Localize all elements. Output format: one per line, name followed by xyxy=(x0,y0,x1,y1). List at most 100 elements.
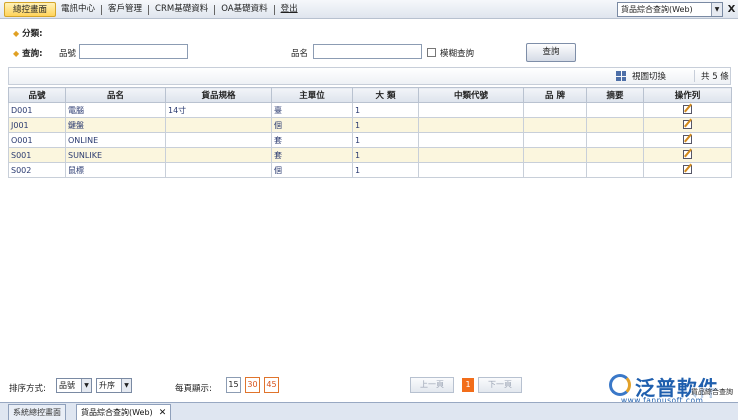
col-header-spec[interactable]: 貨品規格 xyxy=(165,87,272,103)
menu-item-logout[interactable]: 登出 xyxy=(276,2,303,17)
table-header-row: 品號 品名 貨品規格 主單位 大 類 中類代號 品 牌 摘要 操作列 xyxy=(8,87,732,103)
cell-actions xyxy=(643,162,732,178)
chevron-down-icon[interactable]: ▼ xyxy=(81,379,91,392)
col-header-part-name[interactable]: 品名 xyxy=(65,87,166,103)
page-size-15[interactable]: 15 xyxy=(226,377,241,393)
cell-brand xyxy=(523,102,587,118)
fuzzy-checkbox[interactable] xyxy=(427,48,436,57)
cell-spec xyxy=(165,162,272,178)
query-label: 查詢: xyxy=(22,49,43,59)
page-size-30[interactable]: 30 xyxy=(245,377,260,393)
part-name-label: 品名 xyxy=(291,49,309,59)
cell-sub-category xyxy=(418,102,524,118)
cell-category: 1 xyxy=(352,102,419,118)
category-label: 分類: xyxy=(22,29,43,39)
cell-category: 1 xyxy=(352,162,419,178)
menu-item-telecom[interactable]: 電訊中心 xyxy=(56,2,100,17)
cell-category: 1 xyxy=(352,147,419,163)
cell-brand xyxy=(523,147,587,163)
cell-sub-category xyxy=(418,147,524,163)
col-header-summary[interactable]: 摘要 xyxy=(586,87,644,103)
part-no-input[interactable] xyxy=(79,44,188,59)
menu-item-oa-basic[interactable]: OA基礎資料 xyxy=(216,2,272,17)
cell-category: 1 xyxy=(352,117,419,133)
close-icon[interactable]: X xyxy=(726,2,737,17)
grid-view-icon[interactable] xyxy=(616,71,626,81)
cell-unit: 個 xyxy=(271,162,353,178)
edit-icon[interactable] xyxy=(683,119,692,129)
part-name-input[interactable] xyxy=(313,44,422,59)
cell-summary xyxy=(586,162,644,178)
tab-goods-query[interactable]: 貨品綜合查詢(Web) ✕ xyxy=(76,404,172,420)
module-select-value: 貨品綜合查詢(Web) xyxy=(621,5,693,14)
table-row[interactable]: D001 電腦 14寸 臺 1 xyxy=(8,102,732,118)
cell-part-name: SUNLIKE xyxy=(65,147,166,163)
cell-part-no: S001 xyxy=(8,147,66,163)
cell-part-name: 鼠標 xyxy=(65,162,166,178)
edit-icon[interactable] xyxy=(683,104,692,114)
cell-actions xyxy=(643,117,732,133)
menu-divider xyxy=(214,4,216,15)
main-menu: 總控畫面 電訊中心 客戶管理 CRM基礎資料 OA基礎資料 登出 xyxy=(4,2,303,17)
page-size-45[interactable]: 45 xyxy=(264,377,279,393)
cell-brand xyxy=(523,162,587,178)
cell-part-no: J001 xyxy=(8,117,66,133)
menu-item-customer[interactable]: 客戶管理 xyxy=(103,2,147,17)
cell-spec xyxy=(165,147,272,163)
diamond-icon: ◆ xyxy=(13,28,20,38)
close-icon[interactable]: ✕ xyxy=(159,408,167,418)
col-header-actions: 操作列 xyxy=(643,87,732,103)
col-header-brand[interactable]: 品 牌 xyxy=(523,87,587,103)
grid-toolbar: 視圖切換 共 5 條 xyxy=(8,67,731,85)
col-header-part-no[interactable]: 品號 xyxy=(8,87,66,103)
cell-unit: 套 xyxy=(271,132,353,148)
table-row[interactable]: S001 SUNLIKE 套 1 xyxy=(8,147,732,163)
sort-order-select[interactable]: 升序 ▼ xyxy=(96,378,132,393)
sort-field-value: 品號 xyxy=(59,381,75,390)
edit-icon[interactable] xyxy=(683,164,692,174)
tab-system-dashboard[interactable]: 系統總控畫面 xyxy=(8,404,66,420)
menu-divider xyxy=(101,4,103,15)
edit-icon[interactable] xyxy=(683,134,692,144)
table-row[interactable]: S002 鼠標 個 1 xyxy=(8,162,732,178)
cell-actions xyxy=(643,147,732,163)
col-header-unit[interactable]: 主單位 xyxy=(271,87,353,103)
cell-unit: 臺 xyxy=(271,102,353,118)
next-page-button[interactable]: 下一頁 xyxy=(478,377,522,393)
query-button[interactable]: 查詢 xyxy=(526,43,576,62)
table-row[interactable]: J001 鍵盤 個 1 xyxy=(8,117,732,133)
cell-actions xyxy=(643,102,732,118)
module-select[interactable]: 貨品綜合查詢(Web) ▼ xyxy=(617,2,723,17)
sort-label: 排序方式: xyxy=(9,384,46,394)
total-count: 共 5 條 xyxy=(694,70,729,82)
query-filter: ◆ 查詢: 品號 品名 模糊查詢 查詢 xyxy=(13,43,733,62)
cell-sub-category xyxy=(418,117,524,133)
chevron-down-icon[interactable]: ▼ xyxy=(711,3,722,16)
current-page[interactable]: 1 xyxy=(462,378,474,392)
cell-part-name: 電腦 xyxy=(65,102,166,118)
diamond-icon: ◆ xyxy=(13,49,20,58)
cell-summary xyxy=(586,147,644,163)
cell-spec: 14寸 xyxy=(165,102,272,118)
edit-icon[interactable] xyxy=(683,149,692,159)
cell-spec xyxy=(165,117,272,133)
category-filter: ◆ 分類: xyxy=(13,27,43,40)
cell-part-no: S002 xyxy=(8,162,66,178)
cell-summary xyxy=(586,132,644,148)
prev-page-button[interactable]: 上一頁 xyxy=(410,377,454,393)
per-page-label: 每頁顯示: xyxy=(175,384,212,394)
view-switch-button[interactable]: 視圖切換 xyxy=(632,70,666,82)
cell-actions xyxy=(643,132,732,148)
sort-field-select[interactable]: 品號 ▼ xyxy=(56,378,92,393)
menu-divider xyxy=(148,4,150,15)
cell-sub-category xyxy=(418,132,524,148)
tab-label: 貨品綜合查詢(Web) xyxy=(81,408,153,417)
col-header-sub-category[interactable]: 中類代號 xyxy=(418,87,524,103)
menu-item-dashboard[interactable]: 總控畫面 xyxy=(4,2,57,17)
tab-label: 系統總控畫面 xyxy=(13,408,61,417)
chevron-down-icon[interactable]: ▼ xyxy=(121,379,131,392)
menu-item-crm-basic[interactable]: CRM基礎資料 xyxy=(150,2,213,17)
table-row[interactable]: O001 ONLINE 套 1 xyxy=(8,132,732,148)
cell-part-no: O001 xyxy=(8,132,66,148)
col-header-category[interactable]: 大 類 xyxy=(352,87,419,103)
